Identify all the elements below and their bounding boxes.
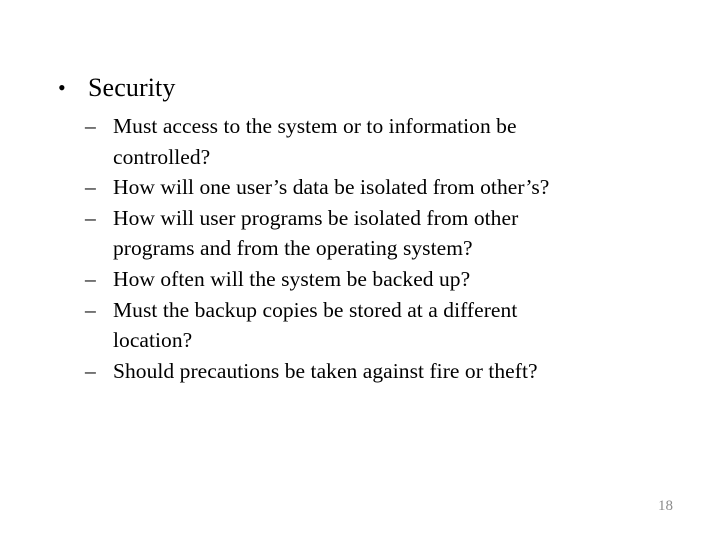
bullet-level2-list: – Must access to the system or to inform… (0, 111, 720, 386)
bullet-level2-item: – How will one user’s data be isolated f… (0, 172, 720, 203)
bullet-level2-item: – How will user programs be isolated fro… (0, 203, 720, 264)
page-number: 18 (658, 498, 673, 514)
bullet-level2-item: – Must access to the system or to inform… (0, 111, 720, 172)
bullet-level2-item: – Should precautions be taken against fi… (0, 356, 720, 387)
presentation-slide: • Security – Must access to the system o… (0, 0, 720, 540)
bullet-level2-label: Must the backup copies be stored at a di… (113, 297, 518, 353)
bullet-level1-security: • Security (0, 72, 720, 104)
bullet-dot-icon: • (58, 75, 66, 100)
bullet-level2-label: Must access to the system or to informat… (113, 114, 517, 169)
bullet-dash-icon: – (85, 114, 96, 138)
bullet-level2-item: – How often will the system be backed up… (0, 264, 720, 295)
bullet-level2-label: How will user programs be isolated from … (113, 205, 519, 261)
bullet-level2-item: – Must the backup copies be stored at a … (0, 295, 720, 356)
bullet-dash-icon: – (85, 205, 96, 230)
bullet-level1-label: Security (88, 73, 176, 102)
bullet-level2-label: Should precautions be taken against fire… (113, 358, 538, 383)
bullet-dash-icon: – (85, 175, 96, 200)
bullet-level2-label: How will one user’s data be isolated fro… (113, 175, 550, 200)
bullet-dash-icon: – (85, 297, 96, 322)
bullet-level2-label: How often will the system be backed up? (113, 266, 471, 291)
bullet-dash-icon: – (85, 358, 96, 383)
bullet-dash-icon: – (85, 266, 96, 291)
